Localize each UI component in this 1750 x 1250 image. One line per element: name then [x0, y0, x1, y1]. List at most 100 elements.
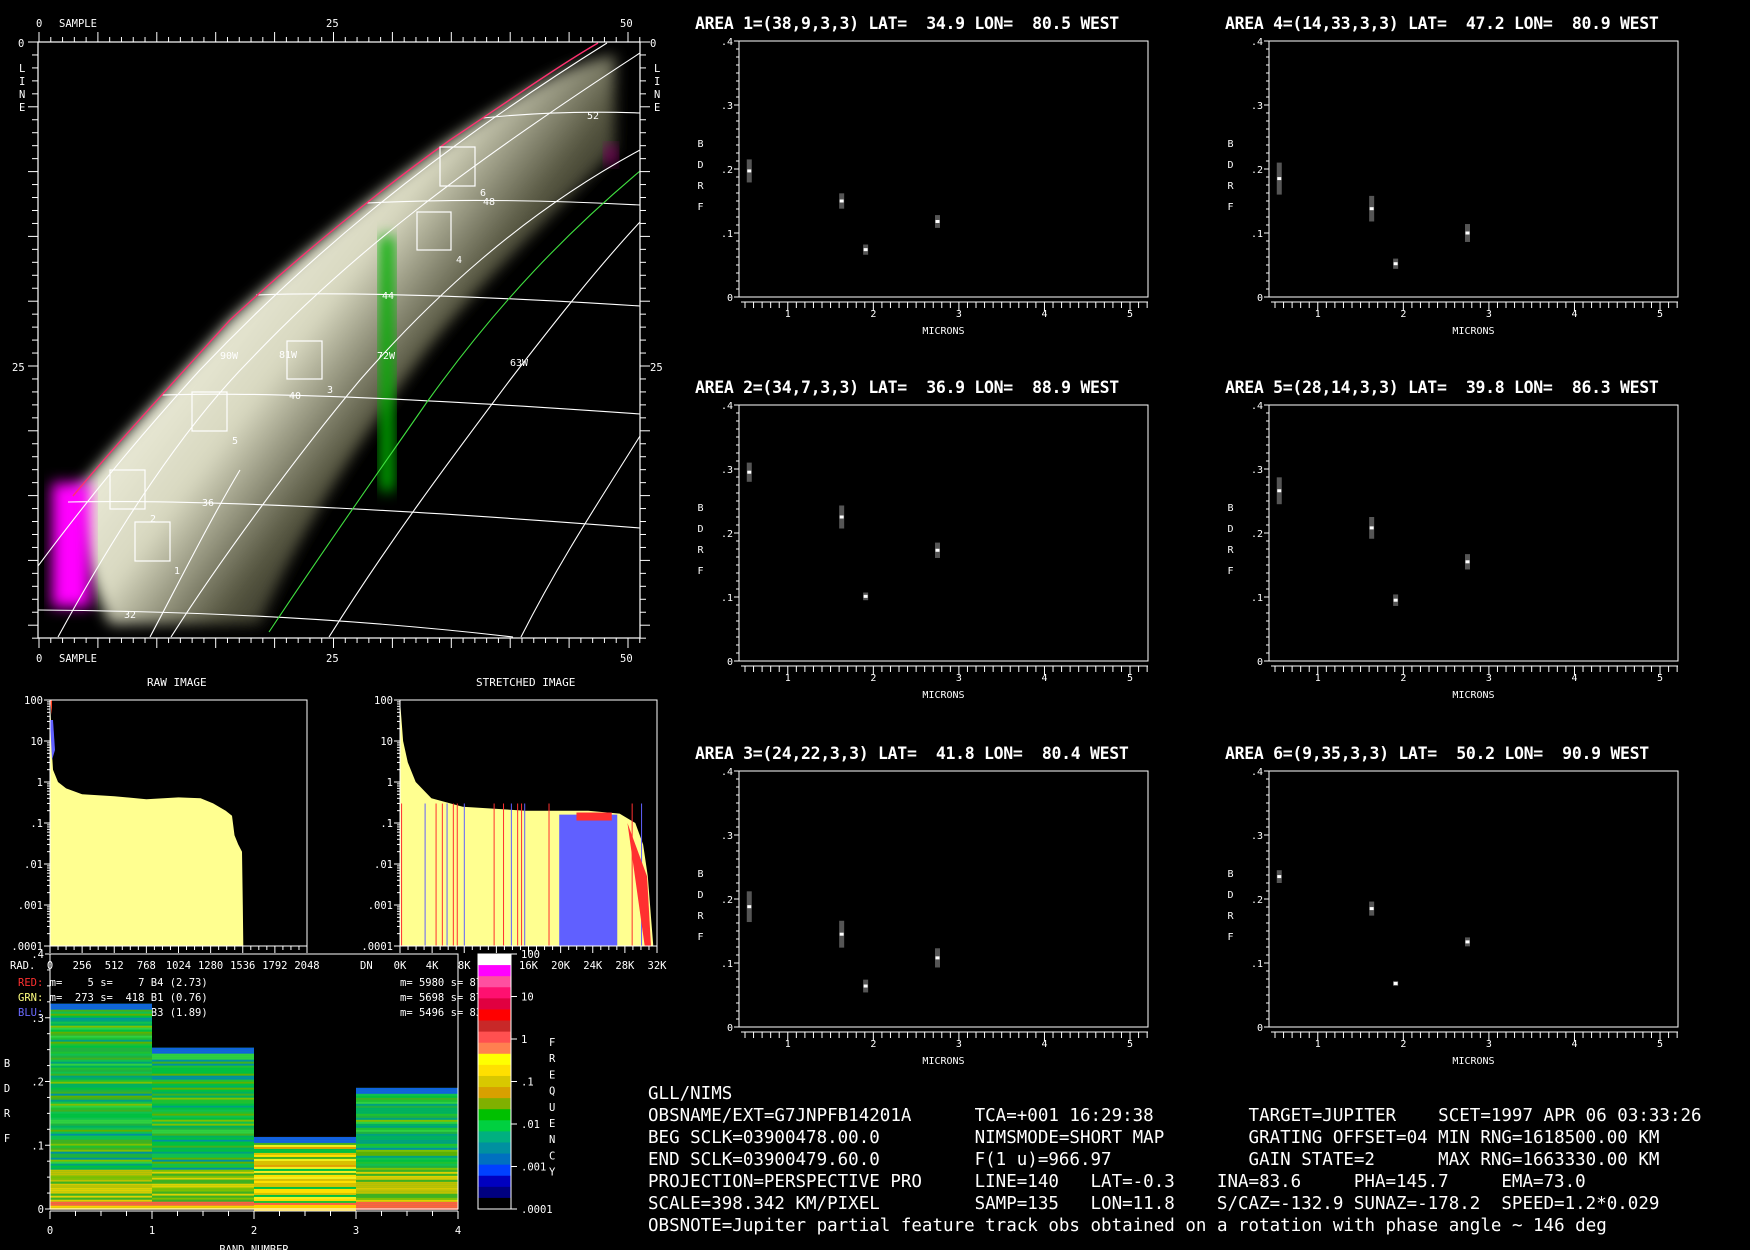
x-tick-label: 5 — [1657, 309, 1663, 320]
band-stripe — [50, 1055, 152, 1058]
band-stripe — [254, 1188, 356, 1191]
band-stripe — [254, 1196, 356, 1199]
band-stripe — [356, 1133, 458, 1136]
lat-label-32: 32 — [124, 610, 136, 621]
lon-label-90w: 90W — [220, 351, 239, 362]
band-stripe — [152, 1093, 254, 1096]
right-axis-letter: E — [654, 102, 660, 114]
data-point — [1369, 207, 1374, 211]
data-point — [935, 548, 940, 552]
longitude-line-54w — [520, 435, 640, 638]
band-stripe — [50, 1197, 152, 1200]
colorbar-swatch — [478, 1142, 511, 1155]
band-stripe — [254, 1144, 356, 1147]
band-stripe — [254, 1146, 356, 1149]
x-tick-label: 5 — [1127, 309, 1133, 320]
band-stripe — [254, 1168, 356, 1171]
band-bar-2 — [152, 1047, 254, 1210]
band-stripe — [152, 1101, 254, 1104]
band-bar-3 — [254, 1136, 356, 1211]
band-stripe — [50, 1073, 152, 1076]
band-stripe — [152, 1111, 254, 1114]
band-stripe — [152, 1065, 254, 1068]
bottom-axis-tick-0: 0 — [36, 653, 42, 665]
area-plot-3: .4 .3 .2 .1 0 1 2 3 4 5 MICRONS AREA 3=(24,22,3,3) … — [689, 730, 1169, 1090]
end-sclk: END SCLK=03900479.60.0 — [648, 1150, 880, 1170]
band-stripe — [50, 1021, 152, 1024]
band-stripe — [50, 1191, 152, 1194]
x-tick-label: 1 — [785, 1039, 791, 1050]
y-tick-label: .1 — [380, 818, 393, 830]
x-tick-label: 2 — [1400, 309, 1406, 320]
band-stripe — [50, 1101, 152, 1104]
band-stripe — [152, 1121, 254, 1124]
data-point — [935, 956, 940, 960]
band-bdrf-plot: .4 .3 .2 .1 00 1 2 3 4 BAND NUMBER 100 10 1 .1 .01 .001… — [31, 949, 556, 1250]
x-tick-label: 4 — [455, 1225, 461, 1237]
band-stripe — [152, 1123, 254, 1126]
band-stripe — [50, 1077, 152, 1080]
y-tick-label: .4 — [1251, 401, 1263, 412]
lon-label-81w: 81W — [279, 350, 298, 361]
histogram-red-band — [576, 812, 612, 821]
area-plot-canvas: .4 .3 .2 .1 0 1 2 3 4 5 MICRONS — [1251, 767, 1679, 1067]
band-stripe — [254, 1186, 356, 1189]
band-stripe — [152, 1061, 254, 1064]
band-stripe — [254, 1182, 356, 1185]
band-stripe — [50, 1173, 152, 1176]
band-stripe — [152, 1161, 254, 1164]
y-tick-label: .1 — [31, 1140, 44, 1152]
band-stripe — [152, 1077, 254, 1080]
top-axis-tick-50: 50 — [620, 18, 633, 30]
band-stripe — [356, 1183, 458, 1186]
lat-label-36: 36 — [202, 498, 214, 509]
band-stripe — [356, 1153, 458, 1156]
colorbar-label: .1 — [521, 1077, 534, 1089]
band-stripe — [356, 1163, 458, 1166]
band-stripe — [356, 1097, 458, 1100]
band-stripe — [50, 1087, 152, 1090]
band-stripe — [152, 1177, 254, 1180]
lat-label-40: 40 — [289, 391, 301, 402]
histogram-panels: 100101.1.01.001.00010 256 512 768 1024 1280 15… — [10, 695, 667, 970]
band-stripe — [152, 1201, 254, 1204]
band-stripe — [356, 1105, 458, 1108]
colorbar-label: 1 — [521, 1034, 527, 1046]
y-tick-label: .01 — [24, 859, 43, 871]
band-stripe — [356, 1155, 458, 1158]
band-stripe — [254, 1184, 356, 1187]
band-stripe — [50, 1081, 152, 1084]
band-stripe — [50, 1043, 152, 1046]
y-tick-label: .3 — [721, 465, 733, 476]
band-stripe — [356, 1143, 458, 1146]
band-stripe — [356, 1199, 458, 1202]
band-stripe — [152, 1083, 254, 1086]
top-axis-label: SAMPLE — [59, 18, 97, 30]
band-stripe — [152, 1159, 254, 1162]
band-stripe — [50, 1109, 152, 1112]
band-stripe — [254, 1156, 356, 1159]
colorbar-swatch — [478, 1153, 511, 1166]
band-stripe — [50, 1171, 152, 1174]
plot-frame — [1268, 770, 1679, 1028]
band-stripe — [152, 1163, 254, 1166]
f1u: F(1 u)=966.97 — [974, 1150, 1112, 1170]
band-stripe — [50, 1015, 152, 1018]
y-tick-label: .2 — [721, 165, 733, 176]
band-stripe — [356, 1129, 458, 1132]
band-stripe — [152, 1067, 254, 1070]
plot-frame — [738, 40, 1149, 298]
area-label-1: 1 — [174, 566, 180, 577]
y-tick-label: .1 — [1251, 229, 1263, 240]
band-stripe — [254, 1178, 356, 1181]
band-stripe — [356, 1149, 458, 1152]
area-plot-2: .4 .3 .2 .1 0 1 2 3 4 5 MICRONS AREA 2=(34,7,3,3) L… — [689, 364, 1169, 724]
area-title: AREA 6=(9,35,3,3) LAT= 50.2 LON= 90.9 WE… — [1225, 744, 1649, 763]
band-stripe — [50, 1161, 152, 1164]
colorbar-label: .01 — [521, 1119, 540, 1131]
colorbar-swatch — [478, 1064, 511, 1077]
band-stripe — [50, 1129, 152, 1132]
instrument-header: GLL/NIMS — [648, 1084, 733, 1104]
lat-label-52: 52 — [587, 111, 599, 122]
area-title: AREA 5=(28,14,3,3) LAT= 39.8 LON= 86.3 W… — [1225, 378, 1659, 397]
